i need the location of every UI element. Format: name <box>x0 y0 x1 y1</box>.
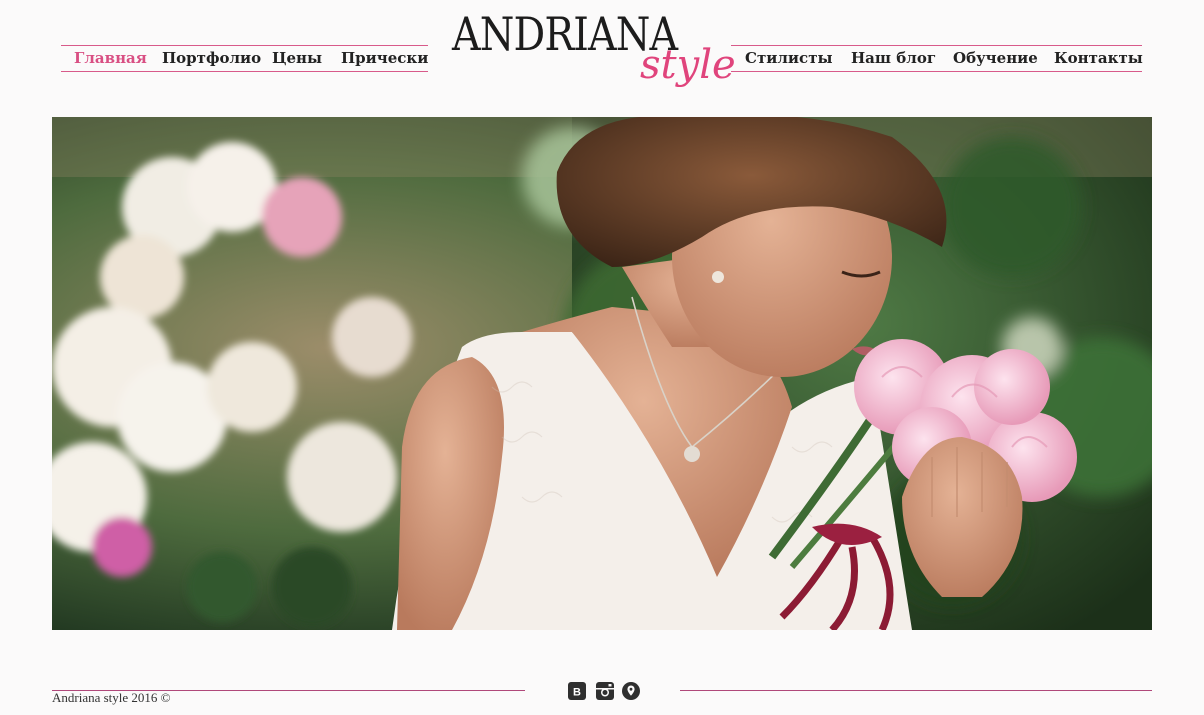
nav-item-portfolio[interactable]: Портфолио <box>162 49 261 68</box>
instagram-icon-glyph <box>596 682 614 700</box>
nav-item-home[interactable]: Главная <box>74 49 147 68</box>
hero-image <box>52 117 1152 630</box>
svg-text:B: B <box>573 687 581 699</box>
nav-left: Главная Портфолио Цены Прически <box>61 45 428 72</box>
logo[interactable]: ANDRIANA style <box>440 6 736 106</box>
nav-item-blog[interactable]: Наш блог <box>851 49 936 68</box>
location-pin-icon[interactable] <box>622 682 640 700</box>
vk-icon[interactable]: B <box>568 682 586 700</box>
hero-illustration <box>52 117 1152 630</box>
nav-item-prices[interactable]: Цены <box>272 49 322 68</box>
footer-divider-right <box>680 690 1152 691</box>
nav-right: Стилисты Наш блог Обучение Контакты <box>731 45 1143 72</box>
nav-item-contacts[interactable]: Контакты <box>1054 49 1143 68</box>
logo-script: style <box>640 42 736 88</box>
vk-icon-glyph: B <box>568 682 586 700</box>
copyright-text: Andriana style 2016 © <box>52 690 171 705</box>
page: Главная Портфолио Цены Прически ANDRIANA… <box>0 0 1204 715</box>
location-pin-icon-glyph <box>622 682 640 700</box>
nav-item-training[interactable]: Обучение <box>953 49 1038 68</box>
nav-item-hairstyles[interactable]: Прически <box>341 49 428 68</box>
instagram-icon[interactable] <box>596 682 614 700</box>
nav-item-stylists[interactable]: Стилисты <box>745 49 833 68</box>
